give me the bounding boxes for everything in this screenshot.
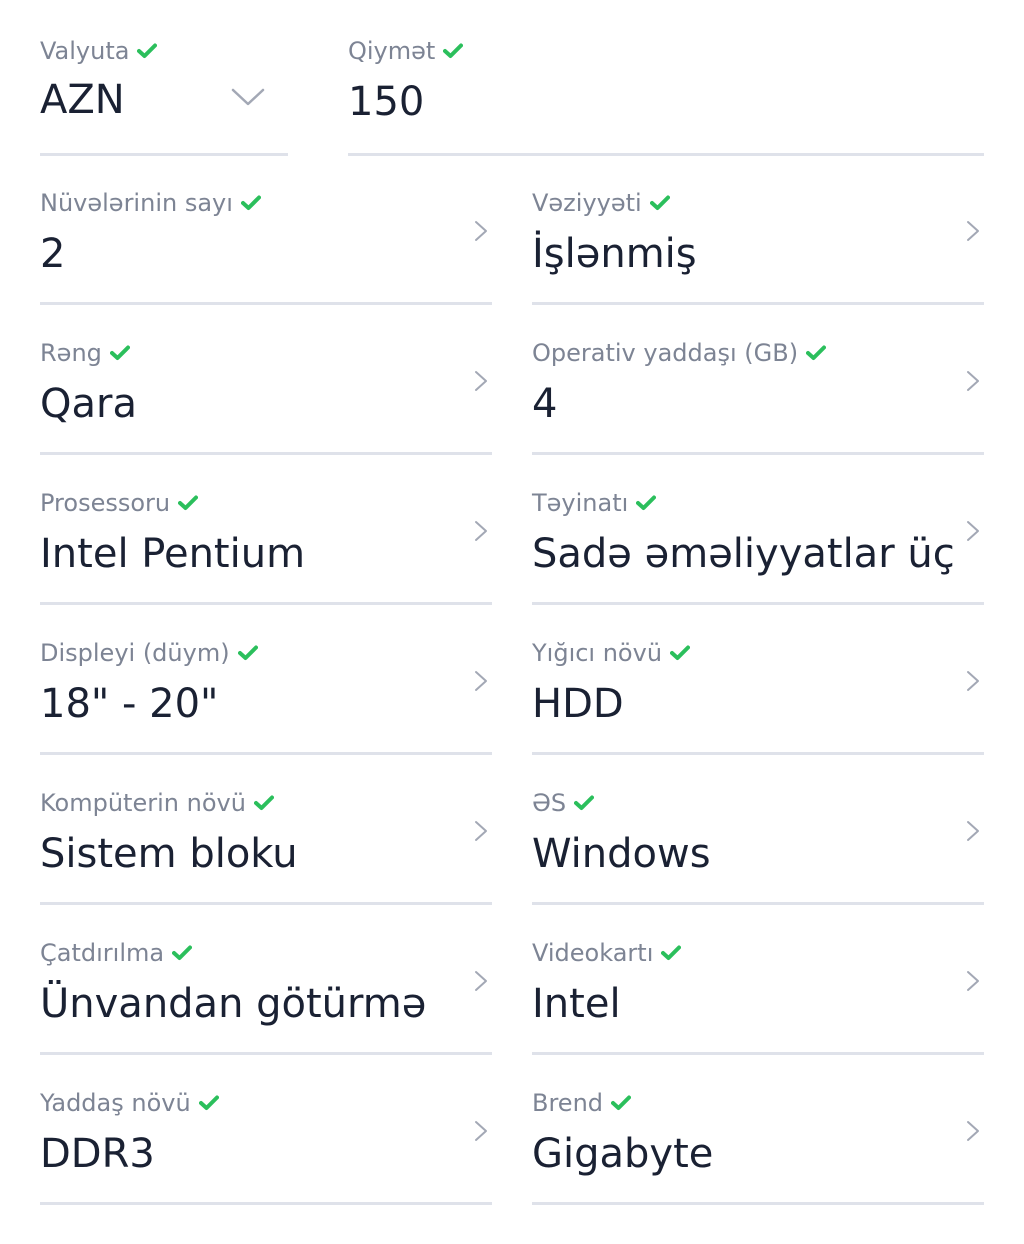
chevron-right-icon[interactable] [966,370,980,392]
price-label: Qiymət [348,37,436,65]
chevron-right-icon[interactable] [966,820,980,842]
attribute-label-row: Displeyi (düym) [40,638,258,668]
attribute-label: Çatdırılma [40,939,165,967]
attribute-value: 2 [40,231,66,277]
attribute-value: Gigabyte [532,1131,714,1177]
attribute-label: Yaddaş növü [40,1089,191,1117]
attribute-field[interactable]: Prosessoru Intel Pentium [40,488,492,605]
check-icon [649,195,670,210]
check-icon [198,1095,219,1110]
check-icon [670,645,691,660]
attribute-field[interactable]: Yığıcı növü HDD [532,638,984,755]
chevron-right-icon[interactable] [474,520,488,542]
check-icon [661,945,682,960]
attribute-label: Rəng [40,339,102,367]
chevron-right-icon[interactable] [474,1120,488,1142]
attribute-label-row: Vəziyyəti [532,188,670,218]
attribute-label-row: Brend [532,1088,632,1118]
chevron-right-icon[interactable] [474,820,488,842]
attribute-label: Kompüterin növü [40,789,246,817]
attribute-field[interactable]: Təyinatı Sadə əməliyyatlar üçü [532,488,984,605]
chevron-right-icon[interactable] [966,220,980,242]
check-icon [574,795,595,810]
attribute-field[interactable]: Operativ yaddaşı (GB) 4 [532,338,984,455]
check-icon [240,195,261,210]
chevron-right-icon[interactable] [474,970,488,992]
attribute-value: Intel [532,981,621,1027]
attribute-label-row: Rəng [40,338,130,368]
chevron-right-icon[interactable] [474,220,488,242]
attribute-value: DDR3 [40,1131,155,1177]
attribute-field[interactable]: Brend Gigabyte [532,1088,984,1205]
currency-select[interactable]: Valyuta AZN [40,36,288,156]
chevron-right-icon[interactable] [966,520,980,542]
chevron-down-icon[interactable] [231,88,265,106]
attribute-label: Videokartı [532,939,654,967]
check-icon [253,795,274,810]
chevron-right-icon[interactable] [966,970,980,992]
attribute-label-row: Nüvələrinin sayı [40,188,261,218]
attribute-label-row: Videokartı [532,938,682,968]
product-attributes-form: Valyuta AZN Qiymət 150 Nüvələrinin sayı 2… [0,0,1024,1244]
attribute-field[interactable]: Vəziyyəti İşlənmiş [532,188,984,305]
attribute-field[interactable]: Çatdırılma Ünvandan götürmə [40,938,492,1055]
attribute-field[interactable]: Rəng Qara [40,338,492,455]
attribute-label: Nüvələrinin sayı [40,189,233,217]
attribute-value: Sadə əməliyyatlar üçü [532,531,956,577]
attribute-value: Sistem bloku [40,831,298,877]
attribute-label-row: Yaddaş növü [40,1088,219,1118]
attribute-value: 4 [532,381,558,427]
attribute-label-row: Təyinatı [532,488,657,518]
currency-value: AZN [40,77,125,123]
currency-label: Valyuta [40,37,130,65]
chevron-right-icon[interactable] [966,670,980,692]
check-icon [109,345,130,360]
attribute-value: Ünvandan götürmə [40,981,427,1027]
check-icon [137,43,158,58]
attribute-field[interactable]: ƏS Windows [532,788,984,905]
check-icon [611,1095,632,1110]
attribute-value: Intel Pentium [40,531,306,577]
attribute-label: Təyinatı [532,489,629,517]
attribute-label: Brend [532,1089,604,1117]
attribute-label: Vəziyyəti [532,189,642,217]
chevron-right-icon[interactable] [474,670,488,692]
attribute-label-row: Operativ yaddaşı (GB) [532,338,827,368]
attribute-label-row: Çatdırılma [40,938,193,968]
attribute-label-row: Yığıcı növü [532,638,691,668]
check-icon [443,43,464,58]
attribute-label: Operativ yaddaşı (GB) [532,339,799,367]
attribute-label-row: Kompüterin növü [40,788,274,818]
attribute-label: Displeyi (düym) [40,639,230,667]
check-icon [172,945,193,960]
attribute-value: Windows [532,831,711,877]
check-icon [806,345,827,360]
check-icon [178,495,199,510]
attribute-field[interactable]: Videokartı Intel [532,938,984,1055]
price-label-row: Qiymət [348,36,464,66]
currency-label-row: Valyuta [40,36,158,66]
attribute-label-row: Prosessoru [40,488,199,518]
check-icon [636,495,657,510]
chevron-right-icon[interactable] [474,370,488,392]
price-field[interactable]: Qiymət 150 [348,36,984,156]
attribute-label-row: ƏS [532,788,595,818]
attribute-label: Yığıcı növü [532,639,663,667]
price-value: 150 [348,79,425,125]
attribute-value: Qara [40,381,137,427]
attribute-field[interactable]: Nüvələrinin sayı 2 [40,188,492,305]
attribute-label: ƏS [532,789,567,817]
attribute-value: 18" - 20" [40,681,219,727]
attribute-label: Prosessoru [40,489,171,517]
chevron-right-icon[interactable] [966,1120,980,1142]
attribute-value: HDD [532,681,624,727]
attribute-field[interactable]: Yaddaş növü DDR3 [40,1088,492,1205]
check-icon [237,645,258,660]
attribute-field[interactable]: Displeyi (düym) 18" - 20" [40,638,492,755]
attribute-value: İşlənmiş [532,231,697,277]
attribute-field[interactable]: Kompüterin növü Sistem bloku [40,788,492,905]
